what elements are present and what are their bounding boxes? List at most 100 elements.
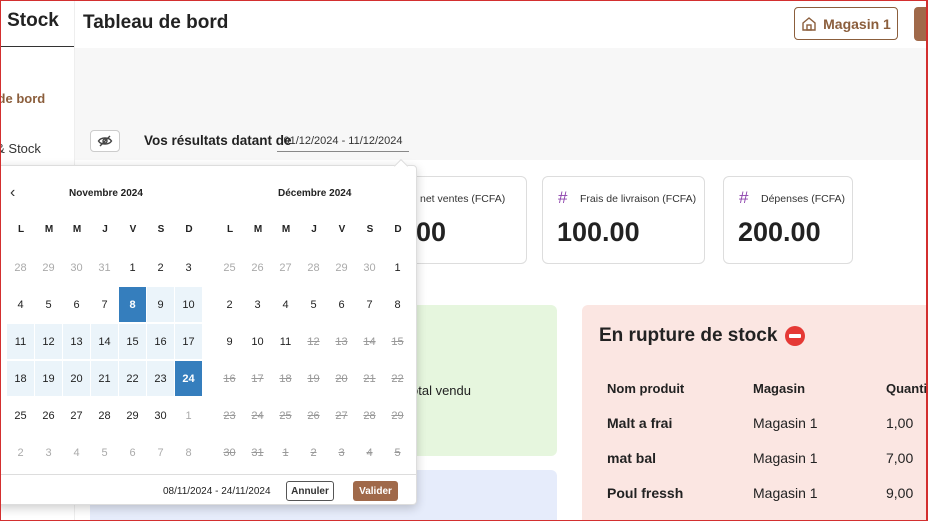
calendar-day[interactable]: 29: [119, 398, 146, 433]
sidebar-item-dashboard[interactable]: u de bord: [0, 91, 45, 106]
chevron-left-icon[interactable]: ‹: [10, 184, 15, 202]
weekday-label: M: [72, 224, 82, 235]
calendar-day[interactable]: 3: [175, 250, 202, 285]
results-label: Vos résultats datant de: [144, 133, 292, 148]
calendar-day: 29: [42, 261, 55, 274]
out-of-stock-panel: En rupture de stock Nom produit Magasin …: [582, 305, 928, 521]
calendar-day[interactable]: 5: [300, 287, 327, 322]
calendar-day[interactable]: 22: [119, 361, 146, 396]
header-action-button[interactable]: [914, 7, 928, 41]
date-range-input[interactable]: 01/12/2024 - 11/12/2024: [277, 130, 409, 152]
datepicker-popup: ‹ Novembre 2024 Décembre 2024 L M M J V S D 28 2…: [0, 165, 417, 505]
calendar-day[interactable]: 23: [147, 361, 174, 396]
column-header: Nom produit: [607, 381, 685, 396]
calendar-day: 5: [101, 446, 108, 459]
calendar-day[interactable]: 11: [272, 324, 299, 359]
stat-value: 00: [416, 217, 447, 247]
stat-card-expenses: # Dépenses (FCFA) 200.00: [723, 176, 853, 264]
calendar-day[interactable]: 9: [147, 287, 174, 322]
weekday-label: J: [311, 224, 317, 235]
apply-button[interactable]: Valider: [353, 481, 398, 501]
calendar-day: 2: [17, 446, 24, 459]
calendar-day[interactable]: 2: [216, 287, 243, 322]
calendar-day[interactable]: 1: [119, 250, 146, 285]
calendar-day: 7: [157, 446, 164, 459]
store-icon: [802, 16, 816, 31]
calendar-day: 4: [73, 446, 80, 459]
month-title: Novembre 2024: [69, 188, 143, 199]
calendar-day[interactable]: 27: [63, 398, 90, 433]
calendar-day[interactable]: 1: [384, 250, 411, 285]
toggle-visibility-button[interactable]: [90, 130, 120, 152]
calendar-day: 19: [307, 372, 320, 385]
calendar-day[interactable]: 2: [147, 250, 174, 285]
calendar-day[interactable]: 10: [244, 324, 271, 359]
calendar-day: 13: [335, 335, 348, 348]
calendar-day: 29: [335, 261, 348, 274]
calendar-day[interactable]: 8: [384, 287, 411, 322]
sidebar-item-stock[interactable]: s & Stock: [0, 141, 41, 156]
calendar-day: 16: [223, 372, 236, 385]
app-brand: M Stock: [0, 10, 59, 31]
calendar-day[interactable]: 12: [35, 324, 62, 359]
calendar-day: 26: [251, 261, 264, 274]
calendar-day[interactable]: 7: [91, 287, 118, 322]
calendar-day: 23: [223, 409, 236, 422]
weekday-label: M: [281, 224, 291, 235]
calendar-day[interactable]: 10: [175, 287, 202, 322]
calendar-day: 20: [335, 372, 348, 385]
calendar-day[interactable]: 17: [175, 324, 202, 359]
calendar-day: 24: [251, 409, 264, 422]
weekday-label: M: [253, 224, 263, 235]
calendar-day: 2: [310, 446, 317, 459]
calendar-day[interactable]: 6: [63, 287, 90, 322]
calendar-day[interactable]: 28: [91, 398, 118, 433]
table-cell: Magasin 1: [753, 450, 818, 466]
calendar-day[interactable]: 7: [356, 287, 383, 322]
calendar-day: 31: [251, 446, 264, 459]
calendar-day: 17: [251, 372, 264, 385]
calendar-day[interactable]: 19: [35, 361, 62, 396]
calendar-day[interactable]: 9: [216, 324, 243, 359]
hash-icon: #: [739, 188, 749, 207]
calendar-day: 18: [279, 372, 292, 385]
calendar-day[interactable]: 30: [147, 398, 174, 433]
calendar-day: 28: [307, 261, 320, 274]
stat-label: Frais de livraison (FCFA): [580, 193, 697, 205]
calendar-day[interactable]: 25: [7, 398, 34, 433]
stat-label: Dépenses (FCFA): [761, 193, 846, 205]
calendar-day[interactable]: 13: [63, 324, 90, 359]
calendar-day[interactable]: 11: [7, 324, 34, 359]
calendar-day[interactable]: 4: [7, 287, 34, 322]
calendar-day[interactable]: 3: [244, 287, 271, 322]
datepicker-footer: 08/11/2024 - 24/11/2024 Annuler Valider: [0, 474, 416, 506]
weekday-label: L: [17, 224, 25, 235]
calendar-day[interactable]: 20: [63, 361, 90, 396]
calendar-day: 14: [363, 335, 376, 348]
calendar-day[interactable]: 15: [119, 324, 146, 359]
calendar-day: 27: [279, 261, 292, 274]
calendar-day: 15: [391, 335, 404, 348]
calendar-day[interactable]: 8: [119, 287, 146, 322]
page-title: Tableau de bord: [83, 12, 229, 33]
calendar-day[interactable]: 14: [91, 324, 118, 359]
calendar-day[interactable]: 16: [147, 324, 174, 359]
out-of-stock-title-text: En rupture de stock: [599, 325, 778, 346]
calendar-day: 12: [307, 335, 320, 348]
weekday-label: M: [44, 224, 54, 235]
calendar-day[interactable]: 5: [35, 287, 62, 322]
store-selector-button[interactable]: Magasin 1: [794, 7, 898, 40]
calendar-day[interactable]: 6: [328, 287, 355, 322]
month-title: Décembre 2024: [278, 188, 352, 199]
table-cell: Poul fressh: [607, 485, 684, 501]
calendar-day[interactable]: 21: [91, 361, 118, 396]
calendar-day: 30: [223, 446, 236, 459]
cancel-button[interactable]: Annuler: [286, 481, 334, 501]
weekday-label: J: [102, 224, 108, 235]
calendar-day[interactable]: 18: [7, 361, 34, 396]
calendar-day[interactable]: 24: [175, 361, 202, 396]
calendar-day: 26: [307, 409, 320, 422]
calendar-day: 29: [391, 409, 404, 422]
calendar-day[interactable]: 26: [35, 398, 62, 433]
calendar-day[interactable]: 4: [272, 287, 299, 322]
